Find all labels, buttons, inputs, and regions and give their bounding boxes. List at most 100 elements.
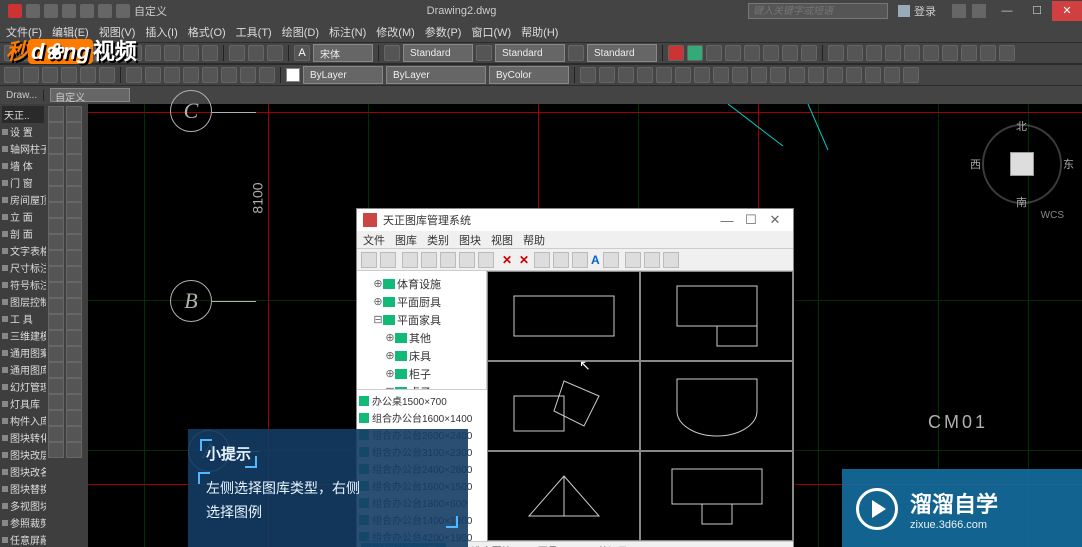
- side-tool-icon[interactable]: [66, 442, 82, 458]
- panel-item[interactable]: 图块替换: [2, 480, 44, 497]
- category-tree[interactable]: ⊕体育设施⊕平面厨具⊟平面家具⊕其他⊕床具⊕柜子⊟桌子办公桌茶几桌椅组合: [357, 271, 487, 389]
- delete-icon[interactable]: ✕: [517, 253, 531, 267]
- side-tool-icon[interactable]: [66, 218, 82, 234]
- tool-icon[interactable]: [706, 45, 722, 61]
- side-tool-icon[interactable]: [48, 202, 64, 218]
- dtool-icon[interactable]: [402, 252, 418, 268]
- tree-node[interactable]: ⊕床具: [361, 347, 482, 365]
- menu-format[interactable]: 格式(O): [188, 24, 226, 40]
- menu-dim[interactable]: 标注(N): [329, 24, 366, 40]
- dmenu-help[interactable]: 帮助: [523, 232, 545, 248]
- tool-icon[interactable]: [476, 45, 492, 61]
- qat-open-icon[interactable]: [44, 4, 58, 18]
- dtool-icon[interactable]: [478, 252, 494, 268]
- panel-item[interactable]: 轴网柱子: [2, 140, 44, 157]
- side-tool-icon[interactable]: [66, 314, 82, 330]
- tool-icon[interactable]: [202, 67, 218, 83]
- side-tool-icon[interactable]: [48, 186, 64, 202]
- side-tool-icon[interactable]: [66, 298, 82, 314]
- side-tool-icon[interactable]: [66, 250, 82, 266]
- side-tool-icon[interactable]: [66, 362, 82, 378]
- panel-item[interactable]: 多视图块: [2, 497, 44, 514]
- dtool-icon[interactable]: [644, 252, 660, 268]
- menu-tools[interactable]: 工具(T): [236, 24, 272, 40]
- help-search-input[interactable]: [748, 3, 888, 19]
- tool-icon[interactable]: [865, 67, 881, 83]
- dmenu-cat[interactable]: 类别: [427, 232, 449, 248]
- tool-icon[interactable]: [637, 67, 653, 83]
- dimstyle-combo[interactable]: Standard: [495, 44, 565, 62]
- tool-icon[interactable]: [259, 67, 275, 83]
- side-tool-icon[interactable]: [66, 122, 82, 138]
- side-tool-icon[interactable]: [66, 170, 82, 186]
- tool-icon[interactable]: [42, 67, 58, 83]
- tool-icon[interactable]: [145, 45, 161, 61]
- tool-icon[interactable]: [744, 45, 760, 61]
- preview-cell[interactable]: [487, 271, 640, 361]
- panel-item[interactable]: 文字表格: [2, 242, 44, 259]
- tool-icon[interactable]: [942, 45, 958, 61]
- side-tool-icon[interactable]: [66, 426, 82, 442]
- tool-icon[interactable]: [789, 67, 805, 83]
- list-item[interactable]: 办公桌1500×700: [359, 392, 485, 409]
- dmenu-view[interactable]: 视图: [491, 232, 513, 248]
- tool-icon[interactable]: [713, 67, 729, 83]
- side-tool-icon[interactable]: [66, 234, 82, 250]
- text-a-icon[interactable]: A: [591, 253, 600, 267]
- tree-node[interactable]: ⊕平面厨具: [361, 293, 482, 311]
- panel-item[interactable]: 灯具库: [2, 395, 44, 412]
- preview-cell[interactable]: [640, 271, 793, 361]
- tool-icon[interactable]: [183, 45, 199, 61]
- dtool-icon[interactable]: [361, 252, 377, 268]
- side-tool-icon[interactable]: [66, 330, 82, 346]
- menu-help[interactable]: 帮助(H): [521, 24, 558, 40]
- dialog-min-button[interactable]: —: [715, 213, 739, 228]
- panel-item[interactable]: 设 置: [2, 123, 44, 140]
- dtool-icon[interactable]: [625, 252, 641, 268]
- tool-icon[interactable]: [61, 67, 77, 83]
- side-tool-icon[interactable]: [66, 378, 82, 394]
- tool-icon[interactable]: [4, 67, 20, 83]
- menu-modify[interactable]: 修改(M): [376, 24, 415, 40]
- side-tool-icon[interactable]: [66, 394, 82, 410]
- preview-cell[interactable]: [640, 451, 793, 541]
- tool-icon[interactable]: [618, 67, 634, 83]
- qat-redo-icon[interactable]: [98, 4, 112, 18]
- panel-item[interactable]: 门 窗: [2, 174, 44, 191]
- tree-node[interactable]: ⊕柜子: [361, 365, 482, 383]
- tree-node[interactable]: ⊕体育设施: [361, 275, 482, 293]
- side-tool-icon[interactable]: [66, 138, 82, 154]
- tool-icon[interactable]: [568, 45, 584, 61]
- panel-item[interactable]: 三维建模: [2, 327, 44, 344]
- tool-icon[interactable]: [23, 67, 39, 83]
- side-tool-icon[interactable]: [48, 170, 64, 186]
- dmenu-lib[interactable]: 图库: [395, 232, 417, 248]
- tool-icon[interactable]: [846, 67, 862, 83]
- side-tool-icon[interactable]: [48, 362, 64, 378]
- dtool-icon[interactable]: [603, 252, 619, 268]
- menu-insert[interactable]: 插入(I): [145, 24, 177, 40]
- side-tool-icon[interactable]: [48, 378, 64, 394]
- tool-icon[interactable]: [656, 67, 672, 83]
- side-tool-icon[interactable]: [48, 154, 64, 170]
- tool-icon[interactable]: [248, 45, 264, 61]
- drawing-canvas[interactable]: 8100 C1815 CM01 C B A 北 南 东 西 WCS 天正图库管理…: [88, 104, 1082, 547]
- dialog-titlebar[interactable]: 天正图库管理系统 — ☐ ✕: [357, 209, 793, 231]
- tool-icon[interactable]: [884, 67, 900, 83]
- side-tool-icon[interactable]: [66, 106, 82, 122]
- panel-item[interactable]: 参照裁剪: [2, 514, 44, 531]
- help-icon[interactable]: [972, 4, 986, 18]
- layout-combo[interactable]: 自定义: [50, 88, 130, 102]
- delete-icon[interactable]: ✕: [500, 253, 514, 267]
- tool-icon[interactable]: [980, 45, 996, 61]
- tool-icon[interactable]: [770, 67, 786, 83]
- qat-new-icon[interactable]: [26, 4, 40, 18]
- dmenu-file[interactable]: 文件: [363, 232, 385, 248]
- panel-item[interactable]: 尺寸标注: [2, 259, 44, 276]
- tool-icon[interactable]: [599, 67, 615, 83]
- side-tool-icon[interactable]: [48, 298, 64, 314]
- tool-icon[interactable]: [847, 45, 863, 61]
- panel-item[interactable]: 图块改名: [2, 463, 44, 480]
- tool-icon[interactable]: [80, 67, 96, 83]
- tool-icon[interactable]: [866, 45, 882, 61]
